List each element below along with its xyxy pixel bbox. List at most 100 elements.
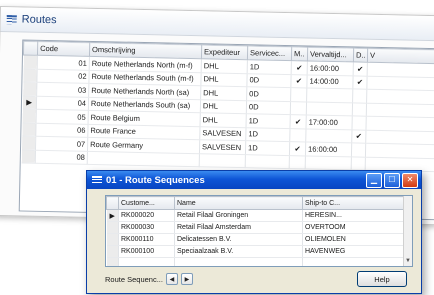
dialog-titlebar[interactable]: 01 - Route Sequences ▁ ☐ ✕ [87,171,421,189]
row-selector[interactable] [106,245,119,258]
cell-d[interactable] [351,156,366,171]
cell-exp[interactable]: SALVESEN [199,126,247,141]
cell-m[interactable]: ✔ [290,74,308,88]
cell-code[interactable]: 04 [36,95,89,111]
column-header[interactable]: Servicec... [247,45,292,61]
cell-service[interactable]: 0D [246,86,291,102]
previous-record-button[interactable]: ◀ [165,273,178,285]
row-selector[interactable] [21,149,36,164]
cell-d[interactable] [351,115,367,130]
row-selector[interactable] [22,108,37,123]
row-selector[interactable] [22,68,38,83]
cell-m[interactable] [290,87,307,102]
cell-desc[interactable] [87,150,200,167]
cell-m[interactable] [290,101,307,115]
cell-exp[interactable]: DHL [200,72,248,87]
table-row[interactable] [106,257,412,266]
cell-shipto[interactable]: HAVENWEG [302,245,412,258]
column-header[interactable]: Code [37,41,90,57]
cell-shipto[interactable]: OLIEMOLEN [302,233,412,246]
close-icon[interactable]: ✕ [402,172,418,188]
cell-exp[interactable]: DHL [201,58,248,74]
cell-customer[interactable]: RK000100 [118,245,175,258]
row-selector[interactable]: ▶ [22,95,37,110]
cell-code[interactable]: 03 [36,82,89,97]
cell-d[interactable]: ✔ [352,75,368,90]
row-selector[interactable] [21,122,37,137]
cell-customer[interactable]: RK000110 [118,233,175,246]
cell-time[interactable] [306,87,353,103]
cell-service[interactable]: 1D [245,140,290,156]
cell-time[interactable]: 14:00:00 [306,74,354,89]
column-header[interactable]: Vervaltijd... [307,46,354,62]
cell-m[interactable]: ✔ [290,114,307,129]
cell-m[interactable]: ✔ [289,141,306,156]
table-row[interactable]: RK000030 Retail Filaal Amsterdam OVERTOOM [106,221,412,234]
table-row[interactable]: ▶ RK000020 Retail Filaal Groningen HERESIN.… [106,209,412,222]
cell-name[interactable]: Delicatessen B.V. [174,233,303,246]
cell-service[interactable]: 0D [246,100,291,115]
cell-code[interactable]: 06 [35,122,89,138]
cell-d[interactable] [352,102,367,117]
cell-code[interactable]: 05 [36,109,89,124]
cell-m[interactable] [289,155,306,169]
cell-code[interactable]: 08 [35,149,88,165]
cell-time[interactable] [305,155,352,170]
cell-shipto[interactable]: OVERTOOM [302,221,412,234]
cell-customer[interactable] [118,257,175,266]
cell-name[interactable]: Retail Filaal Amsterdam [174,221,303,234]
cell-exp[interactable] [199,153,246,168]
row-selector[interactable] [21,135,36,150]
cell-name[interactable] [174,257,303,266]
cell-name[interactable]: Speciaalzaak B.V. [174,245,303,258]
column-header[interactable]: Name [174,196,303,210]
cell-service[interactable]: 1D [245,127,291,142]
row-selector[interactable] [22,81,37,96]
row-selector[interactable]: ▶ [106,209,119,222]
maximize-icon[interactable]: ☐ [384,172,400,188]
cell-time[interactable]: 16:00:00 [305,141,352,157]
cell-customer[interactable]: RK000030 [118,221,175,234]
row-selector[interactable] [23,55,38,69]
cell-service[interactable]: 0D [246,73,292,88]
cell-customer[interactable]: RK000020 [118,209,175,222]
column-header[interactable]: M.. [291,46,308,61]
table-row[interactable]: RK000100 Speciaalzaak B.V. HAVENWEG [106,245,412,258]
column-header[interactable]: Ship-to C... [302,196,412,210]
column-header[interactable]: D.. [353,47,368,63]
cell-code[interactable]: 02 [36,68,90,84]
cell-m[interactable]: ✔ [291,60,308,75]
column-header[interactable]: Expediteur [201,44,248,60]
cell-time[interactable]: 17:00:00 [306,114,353,130]
cell-service[interactable] [245,154,290,169]
minimize-icon[interactable]: ▁ [366,172,382,188]
help-button[interactable]: Help [357,271,407,287]
cell-shipto[interactable]: HERESIN... [302,209,412,222]
cell-shipto[interactable] [302,257,412,266]
cell-time[interactable]: 16:00:00 [307,60,354,76]
cell-time[interactable] [305,128,352,143]
cell-d[interactable]: ✔ [353,61,368,76]
scroll-down-icon[interactable]: ▼ [404,257,412,265]
cell-code[interactable]: 01 [37,55,90,70]
vertical-scrollbar[interactable]: ▼ [403,196,412,266]
next-record-button[interactable]: ▶ [180,273,193,285]
cell-service[interactable]: 1D [246,113,291,129]
cell-exp[interactable]: DHL [200,85,247,101]
row-selector[interactable] [106,257,119,266]
cell-d[interactable] [351,142,366,157]
cell-time[interactable] [306,101,353,116]
cell-exp[interactable]: SALVESEN [199,139,246,155]
cell-exp[interactable]: DHL [200,112,247,128]
route-sequence-menu[interactable]: Route Sequenc... [105,275,163,284]
cell-code[interactable]: 07 [35,136,88,151]
routes-titlebar[interactable]: Routes [0,7,434,42]
cell-name[interactable]: Retail Filaal Groningen [174,209,303,222]
table-row[interactable]: RK000110 Delicatessen B.V. OLIEMOLEN [106,233,412,246]
cell-d[interactable]: ✔ [351,129,366,144]
cell-m[interactable] [289,128,307,142]
row-selector[interactable] [106,221,119,234]
cell-d[interactable] [352,88,367,103]
row-selector[interactable] [106,233,119,246]
column-header[interactable]: Custome... [118,196,175,210]
